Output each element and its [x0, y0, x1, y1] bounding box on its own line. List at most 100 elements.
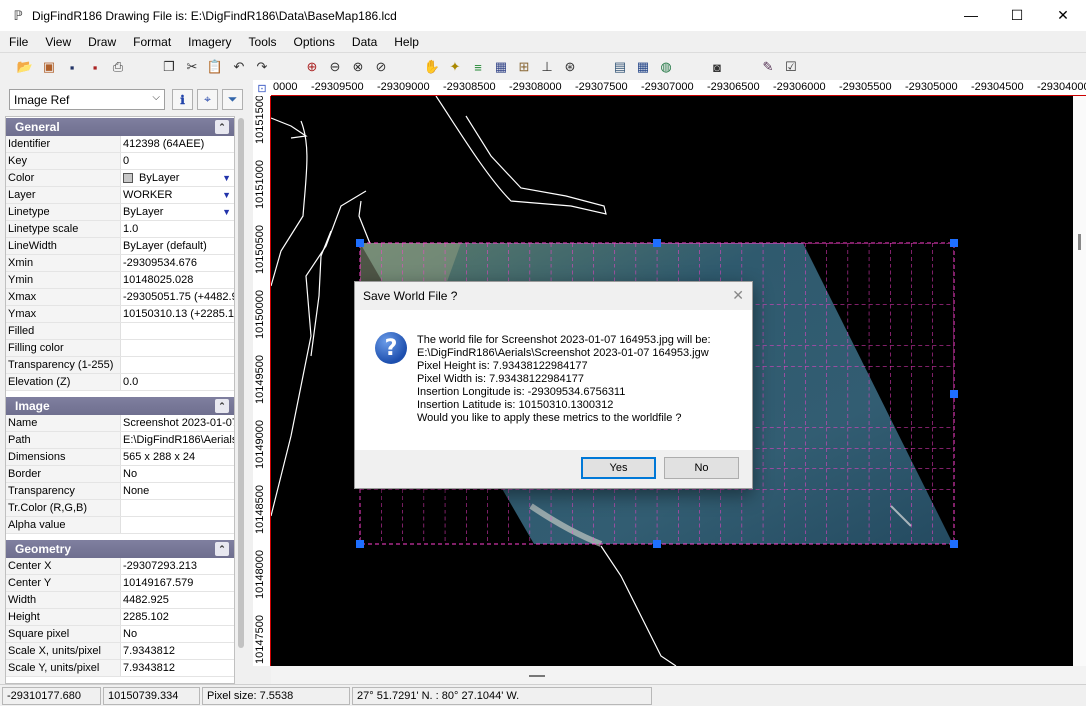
entity-type-select[interactable]: Image Ref ⌵	[9, 89, 165, 110]
scrollbar-thumb[interactable]	[238, 118, 244, 648]
property-row[interactable]: Ymax 10150310.13 (+2285.1	[6, 306, 234, 323]
property-value[interactable]: 412398 (64AEE)	[121, 136, 234, 152]
yes-button[interactable]: Yes	[581, 457, 656, 479]
property-value[interactable]: 4482.925	[121, 592, 234, 608]
open-folder-icon[interactable]: 📂	[15, 57, 35, 77]
property-value[interactable]: -29307293.213	[121, 558, 234, 574]
property-value[interactable]	[121, 500, 234, 516]
no-button[interactable]: No	[664, 457, 739, 479]
dropdown-arrow-icon[interactable]: ▼	[222, 173, 231, 183]
property-row[interactable]: Identifier 412398 (64AEE)	[6, 136, 234, 153]
table-icon[interactable]: ▦	[633, 57, 653, 77]
minimize-button[interactable]: —	[948, 0, 994, 30]
paste-icon[interactable]: 📋	[205, 57, 225, 77]
dropdown-arrow-icon[interactable]: ▼	[222, 190, 231, 200]
canvas-horizontal-scrollbar[interactable]	[271, 666, 1086, 684]
property-value[interactable]: No	[121, 626, 234, 642]
property-value[interactable]: Screenshot 2023-01-07	[121, 415, 234, 431]
property-row[interactable]: Height 2285.102	[6, 609, 234, 626]
property-value[interactable]	[121, 323, 234, 339]
property-value[interactable]: 1.0	[121, 221, 234, 237]
section-image[interactable]: Image ⌃	[6, 397, 234, 415]
property-row[interactable]: Scale Y, units/pixel 7.9343812	[6, 660, 234, 677]
property-row[interactable]: LineWidth ByLayer (default)	[6, 238, 234, 255]
property-value[interactable]: No	[121, 466, 234, 482]
property-value[interactable]: ByLayer ▼	[121, 170, 234, 186]
property-value[interactable]: -29305051.75 (+4482.9	[121, 289, 234, 305]
property-row[interactable]: Dimensions 565 x 288 x 24	[6, 449, 234, 466]
redo-icon[interactable]: ↷	[252, 57, 272, 77]
property-value[interactable]: None	[121, 483, 234, 499]
compass-icon[interactable]: ⊛	[560, 57, 580, 77]
open-multi-icon[interactable]: ▣	[39, 57, 59, 77]
property-row[interactable]: Alpha value	[6, 517, 234, 534]
undo-icon[interactable]: ↶	[229, 57, 249, 77]
property-value[interactable]: E:\DigFindR186\Aerials	[121, 432, 234, 448]
menu-tools[interactable]: Tools	[240, 35, 285, 49]
property-value[interactable]: 10148025.028	[121, 272, 234, 288]
dropdown-arrow-icon[interactable]: ▼	[222, 207, 231, 217]
collapse-icon[interactable]: ⌃	[215, 120, 229, 134]
zoom-out-icon[interactable]: ⊖	[325, 57, 345, 77]
dialog-close-icon[interactable]: ✕	[732, 287, 744, 304]
property-row[interactable]: Transparency None	[6, 483, 234, 500]
print-icon[interactable]: ⎙	[108, 57, 128, 77]
property-value[interactable]: 7.9343812	[121, 660, 234, 676]
coordinate-icon[interactable]: ⊥	[537, 57, 557, 77]
canvas-vertical-scrollbar[interactable]	[1073, 96, 1086, 666]
property-value[interactable]: ByLayer (default)	[121, 238, 234, 254]
property-row[interactable]: Linetype ByLayer ▼	[6, 204, 234, 221]
menu-options[interactable]: Options	[285, 35, 343, 49]
pick-icon[interactable]: ⌖	[197, 89, 218, 110]
property-row[interactable]: Border No	[6, 466, 234, 483]
maximize-button[interactable]: ☐	[994, 0, 1040, 30]
property-row[interactable]: Linetype scale 1.0	[6, 221, 234, 238]
property-row[interactable]: Path E:\DigFindR186\Aerials	[6, 432, 234, 449]
property-value[interactable]	[121, 357, 234, 373]
pan-hand-icon[interactable]: ✋	[422, 57, 442, 77]
property-row[interactable]: Transparency (1-255)	[6, 357, 234, 374]
property-value[interactable]: WORKER ▼	[121, 187, 234, 203]
property-row[interactable]: Filling color	[6, 340, 234, 357]
copy-icon[interactable]: ❐	[159, 57, 179, 77]
menu-help[interactable]: Help	[385, 35, 427, 49]
menu-imagery[interactable]: Imagery	[179, 35, 239, 49]
property-value[interactable]: -29309534.676	[121, 255, 234, 271]
panel-scrollbar[interactable]	[237, 116, 245, 684]
select-tool-icon[interactable]: ✦	[445, 57, 465, 77]
save-as-icon[interactable]: ▪	[85, 57, 105, 77]
scrollbar-thumb[interactable]	[1078, 234, 1081, 250]
info-icon[interactable]: ℹ	[172, 89, 193, 110]
property-value[interactable]: ByLayer ▼	[121, 204, 234, 220]
property-value[interactable]: 565 x 288 x 24	[121, 449, 234, 465]
property-row[interactable]: Name Screenshot 2023-01-07	[6, 415, 234, 432]
zoom-window-icon[interactable]: ⊕	[302, 57, 322, 77]
edit-pen-icon[interactable]: ✎	[758, 57, 778, 77]
zoom-extents-icon[interactable]: ⊗	[348, 57, 368, 77]
ruler-corner-icon[interactable]: ⊡	[253, 80, 271, 96]
checklist-icon[interactable]: ☑	[781, 57, 801, 77]
property-row[interactable]: Xmax -29305051.75 (+4482.9	[6, 289, 234, 306]
section-general[interactable]: General ⌃	[6, 118, 234, 136]
collapse-icon[interactable]: ⌃	[215, 542, 229, 556]
property-value[interactable]: 0.0	[121, 374, 234, 390]
cut-icon[interactable]: ✂	[182, 57, 202, 77]
property-row[interactable]: Key 0	[6, 153, 234, 170]
save-icon[interactable]: ▪	[62, 57, 82, 77]
property-value[interactable]: 10149167.579	[121, 575, 234, 591]
filter-icon[interactable]: ⏷	[222, 89, 243, 110]
property-row[interactable]: Xmin -29309534.676	[6, 255, 234, 272]
property-row[interactable]: Scale X, units/pixel 7.9343812	[6, 643, 234, 660]
property-row[interactable]: Elevation (Z) 0.0	[6, 374, 234, 391]
zoom-previous-icon[interactable]: ⊘	[371, 57, 391, 77]
measure-icon[interactable]: ⊞	[514, 57, 534, 77]
property-value[interactable]	[121, 340, 234, 356]
menu-view[interactable]: View	[36, 35, 79, 49]
property-row[interactable]: Square pixel No	[6, 626, 234, 643]
property-row[interactable]: Filled	[6, 323, 234, 340]
property-value[interactable]: 10150310.13 (+2285.1	[121, 306, 234, 322]
menu-draw[interactable]: Draw	[79, 35, 124, 49]
collapse-icon[interactable]: ⌃	[215, 399, 229, 413]
close-button[interactable]: ✕	[1040, 0, 1086, 30]
globe-layers-icon[interactable]: ◍	[656, 57, 676, 77]
